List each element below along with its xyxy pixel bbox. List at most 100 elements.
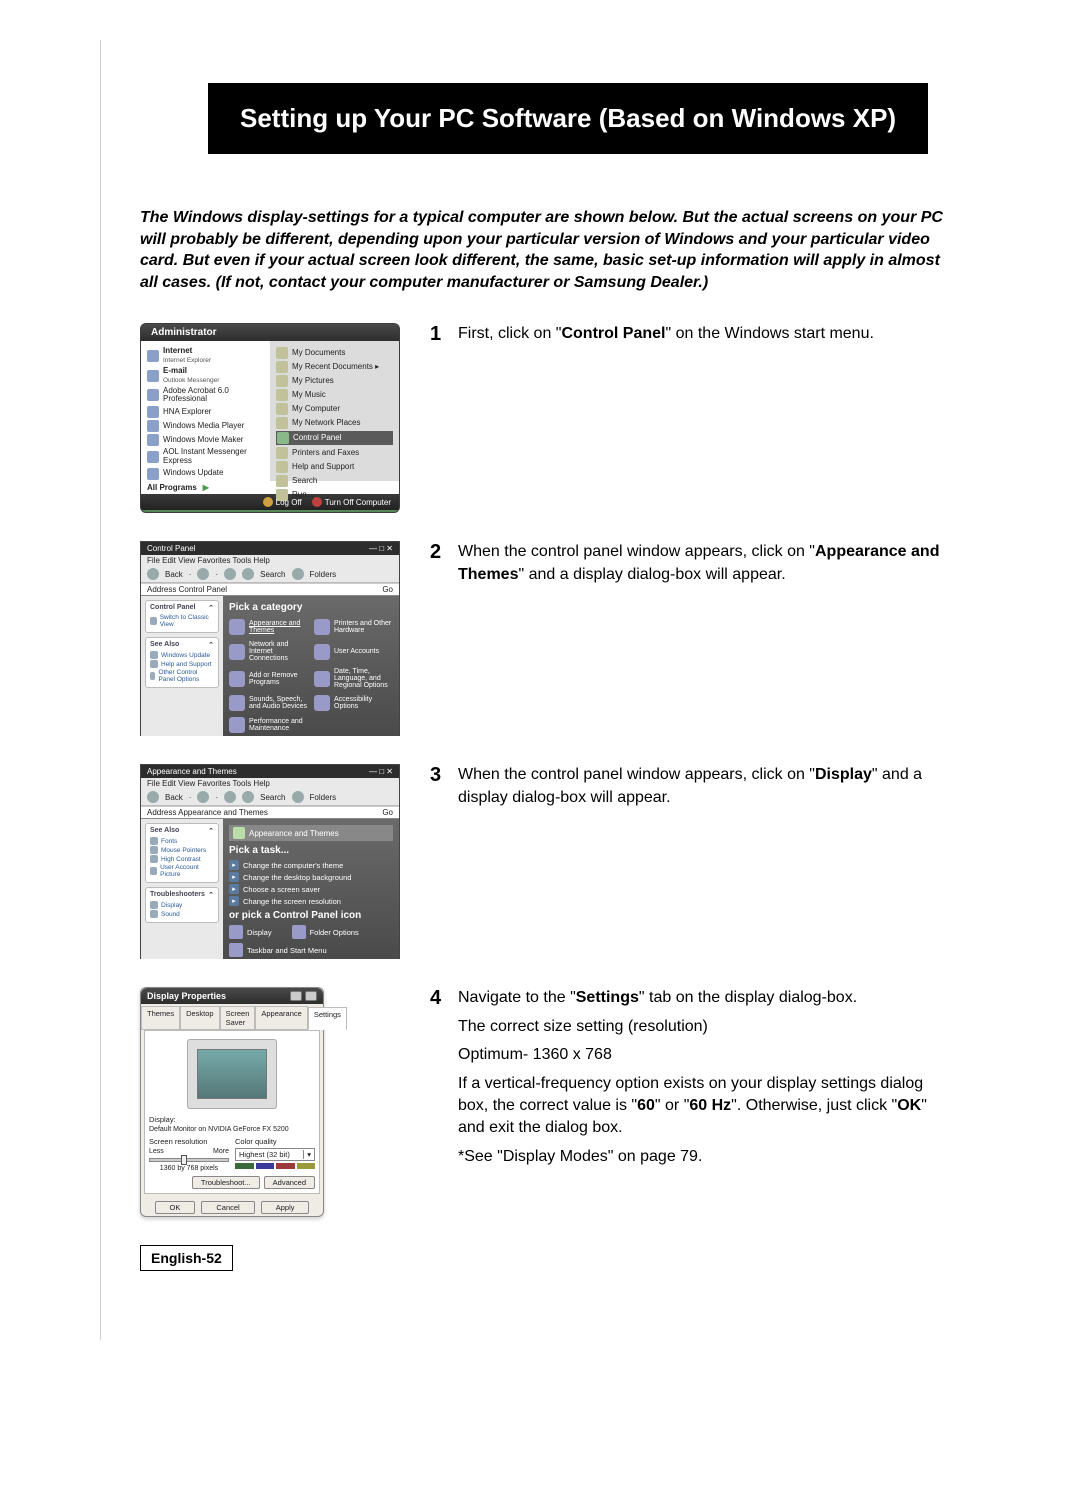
ok-button[interactable]: OK [155,1201,196,1214]
screenshot-display-properties: Display Properties Themes Desktop Screen… [140,987,324,1217]
sm-item-acrobat[interactable]: Adobe Acrobat 6.0 Professional [147,387,264,405]
apply-button[interactable]: Apply [261,1201,310,1214]
fwd-icon[interactable] [197,791,209,803]
cp-menu-bar[interactable]: File Edit View Favorites Tools Help [141,555,399,566]
trouble-sound[interactable]: Sound [150,910,214,918]
address-field[interactable]: Appearance and Themes [178,808,268,817]
window-buttons[interactable]: — □ ✕ [369,767,393,776]
troubleshoot-button[interactable]: Troubleshoot... [192,1176,260,1189]
task-background[interactable]: ▸Change the desktop background [229,872,393,882]
cancel-button[interactable]: Cancel [201,1201,254,1214]
accessibility-icon [314,695,330,711]
advanced-button[interactable]: Advanced [264,1176,315,1189]
folders-icon[interactable] [292,791,304,803]
cat-performance[interactable]: Performance and Maintenance [229,717,308,733]
sm-item-aol[interactable]: AOL Instant Messenger Express [147,448,264,466]
sm-item-internet[interactable]: InternetInternet Explorer [147,347,264,365]
window-buttons[interactable]: — □ ✕ [369,544,393,553]
seealso-windows-update[interactable]: Windows Update [150,651,214,659]
sm-item-control-panel[interactable]: Control Panel [276,431,393,445]
search-icon[interactable] [242,568,254,580]
folder-icon [276,347,288,359]
tab-screensaver[interactable]: Screen Saver [220,1006,256,1029]
cp-toolbar[interactable]: Back · · Search Folders [141,566,399,583]
cat-add-remove[interactable]: Add or Remove Programs [229,668,308,689]
seealso-help[interactable]: Help and Support [150,660,214,668]
collapse-icon[interactable]: ⌃ [208,641,214,649]
cp-icon-display[interactable]: Display [229,925,272,939]
tab-desktop[interactable]: Desktop [180,1006,220,1029]
collapse-icon[interactable]: ⌃ [208,827,214,835]
go-button[interactable]: Go [382,585,393,594]
up-icon[interactable] [224,568,236,580]
color-select[interactable]: Highest (32 bit)▾ [235,1148,315,1161]
turn-off-button[interactable]: Turn Off Computer [312,497,391,507]
sm-item-pictures[interactable]: My Pictures [276,375,393,387]
seealso-fonts[interactable]: Fonts [150,837,214,845]
collapse-icon[interactable]: ⌃ [208,604,214,612]
sm-item-update[interactable]: Windows Update [147,468,264,480]
seealso-user-picture[interactable]: User Account Picture [150,864,214,878]
back-icon[interactable] [147,568,159,580]
switch-classic-link[interactable]: Switch to Classic View [150,614,214,628]
task-screensaver[interactable]: ▸Choose a screen saver [229,884,393,894]
cp-icon-folder-options[interactable]: Folder Options [292,925,359,939]
collapse-icon[interactable]: ⌃ [208,891,214,899]
seealso-mouse-pointers[interactable]: Mouse Pointers [150,846,214,854]
cp-icon-taskbar[interactable]: Taskbar and Start Menu [229,943,327,957]
sm-item-email[interactable]: E-mailOutlook Messenger [147,367,264,385]
task-theme[interactable]: ▸Change the computer's theme [229,860,393,870]
folders-icon[interactable] [292,568,304,580]
close-icon[interactable] [305,991,317,1001]
cat-sounds[interactable]: Sounds, Speech, and Audio Devices [229,695,308,711]
cat-users[interactable]: User Accounts [314,641,393,662]
display-value: Default Monitor on NVIDIA GeForce FX 520… [149,1126,315,1133]
sm-item-wmm[interactable]: Windows Movie Maker [147,434,264,446]
cat-appearance-themes[interactable]: Appearance and Themes [229,619,308,635]
up-icon[interactable] [224,791,236,803]
seealso-other[interactable]: Other Control Panel Options [150,669,214,683]
step-3-text: When the control panel window appears, c… [458,764,950,815]
help-icon [276,461,288,473]
task-resolution[interactable]: ▸Change the screen resolution [229,896,393,906]
sm-item-network[interactable]: My Network Places [276,417,393,429]
slider-thumb[interactable] [181,1155,187,1165]
sm-item-recent[interactable]: My Recent Documents ▸ [276,361,393,373]
printer-icon [314,619,330,635]
seealso-high-contrast[interactable]: High Contrast [150,855,214,863]
resolution-slider[interactable] [149,1158,229,1162]
mail-icon [147,370,159,382]
resolution-label: Screen resolution [149,1137,229,1146]
cat-date-time[interactable]: Date, Time, Language, and Regional Optio… [314,668,393,689]
sm-item-mydocs[interactable]: My Documents [276,347,393,359]
back-icon[interactable] [147,791,159,803]
help-icon[interactable] [290,991,302,1001]
address-field[interactable]: Control Panel [179,585,227,594]
tab-themes[interactable]: Themes [141,1006,180,1029]
cat-accessibility[interactable]: Accessibility Options [314,695,393,711]
start-button[interactable]: start [141,510,399,513]
display-icon [229,925,243,939]
sm-item-wmp[interactable]: Windows Media Player [147,420,264,432]
sm-item-music[interactable]: My Music [276,389,393,401]
tab-settings[interactable]: Settings [308,1007,347,1030]
fwd-icon[interactable] [197,568,209,580]
window-buttons[interactable] [290,991,317,1001]
go-button[interactable]: Go [382,808,393,817]
search-icon[interactable] [242,791,254,803]
trouble-display[interactable]: Display [150,901,214,909]
at-menu-bar[interactable]: File Edit View Favorites Tools Help [141,778,399,789]
tab-appearance[interactable]: Appearance [255,1006,307,1029]
arrow-icon: ▸ [229,896,239,906]
cat-network[interactable]: Network and Internet Connections [229,641,308,662]
sm-item-computer[interactable]: My Computer [276,403,393,415]
cat-printers[interactable]: Printers and Other Hardware [314,619,393,635]
at-toolbar[interactable]: Back · · Search Folders [141,789,399,806]
sm-item-printers[interactable]: Printers and Faxes [276,447,393,459]
log-off-button[interactable]: Log Off [263,497,302,507]
sm-item-hna[interactable]: HNA Explorer [147,406,264,418]
dp-window-title: Display Properties [147,991,226,1001]
screenshot-control-panel: Control Panel — □ ✕ File Edit View Favori… [140,541,400,736]
sm-item-search[interactable]: Search [276,475,393,487]
sm-item-help[interactable]: Help and Support [276,461,393,473]
